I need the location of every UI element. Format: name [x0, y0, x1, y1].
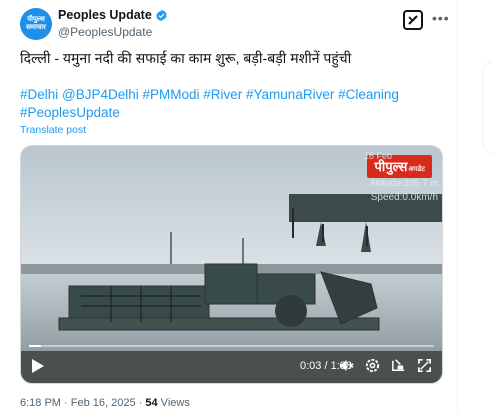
tweet-date[interactable]: Feb 16, 2025 — [71, 397, 136, 409]
overlay-altitude: Altitude:205.7 m — [369, 178, 438, 189]
avatar[interactable]: पीपुल्स समाचार — [20, 8, 52, 40]
timeline-border — [457, 0, 458, 413]
more-icon[interactable]: ••• — [432, 10, 450, 26]
avatar-text-2: समाचार — [26, 24, 46, 31]
author-display-name[interactable]: Peoples Update — [58, 8, 152, 22]
views-label: Views — [157, 397, 190, 409]
translate-post-link[interactable]: Translate post — [20, 124, 86, 136]
author-name-row: Peoples Update — [58, 8, 168, 22]
logo-sub-text: अपडेट — [408, 166, 425, 173]
video-progress-bar[interactable] — [29, 345, 434, 347]
video-player[interactable]: पीपुल्स अपडेट 16 Feb Altitude:205.7 m Sp… — [20, 145, 443, 384]
play-icon[interactable] — [31, 358, 45, 374]
meta-separator: · — [60, 397, 71, 409]
verified-badge-icon[interactable] — [155, 9, 168, 22]
volume-icon[interactable] — [338, 357, 355, 374]
overlay-date: 16 Feb — [363, 151, 392, 161]
video-progress-fill — [29, 345, 42, 347]
tweet-meta: 6:18 PM · Feb 16, 2025 · 54 Views — [20, 397, 190, 409]
tweet-hashtags[interactable]: #Delhi @BJP4Delhi #PMModi #River #Yamuna… — [20, 86, 400, 122]
pip-icon[interactable] — [390, 357, 407, 374]
views-count: 54 — [145, 397, 158, 409]
avatar-text-1: पीपुल्स — [27, 16, 45, 23]
settings-icon[interactable] — [364, 357, 381, 374]
fullscreen-icon[interactable] — [416, 357, 433, 374]
overlay-speed: Speed:0.0km/h — [370, 192, 438, 203]
tweet-time[interactable]: 6:18 PM — [20, 397, 61, 409]
sidebar-card-edge — [482, 60, 492, 155]
author-handle[interactable]: @PeoplesUpdate — [58, 25, 152, 39]
grok-icon[interactable] — [403, 10, 423, 30]
meta-separator: · — [135, 397, 146, 409]
video-controls: 0:03 / 1:38 — [21, 345, 442, 383]
tweet-text: दिल्ली - यमुना नदी की सफाई का काम शुरू, … — [20, 50, 352, 66]
